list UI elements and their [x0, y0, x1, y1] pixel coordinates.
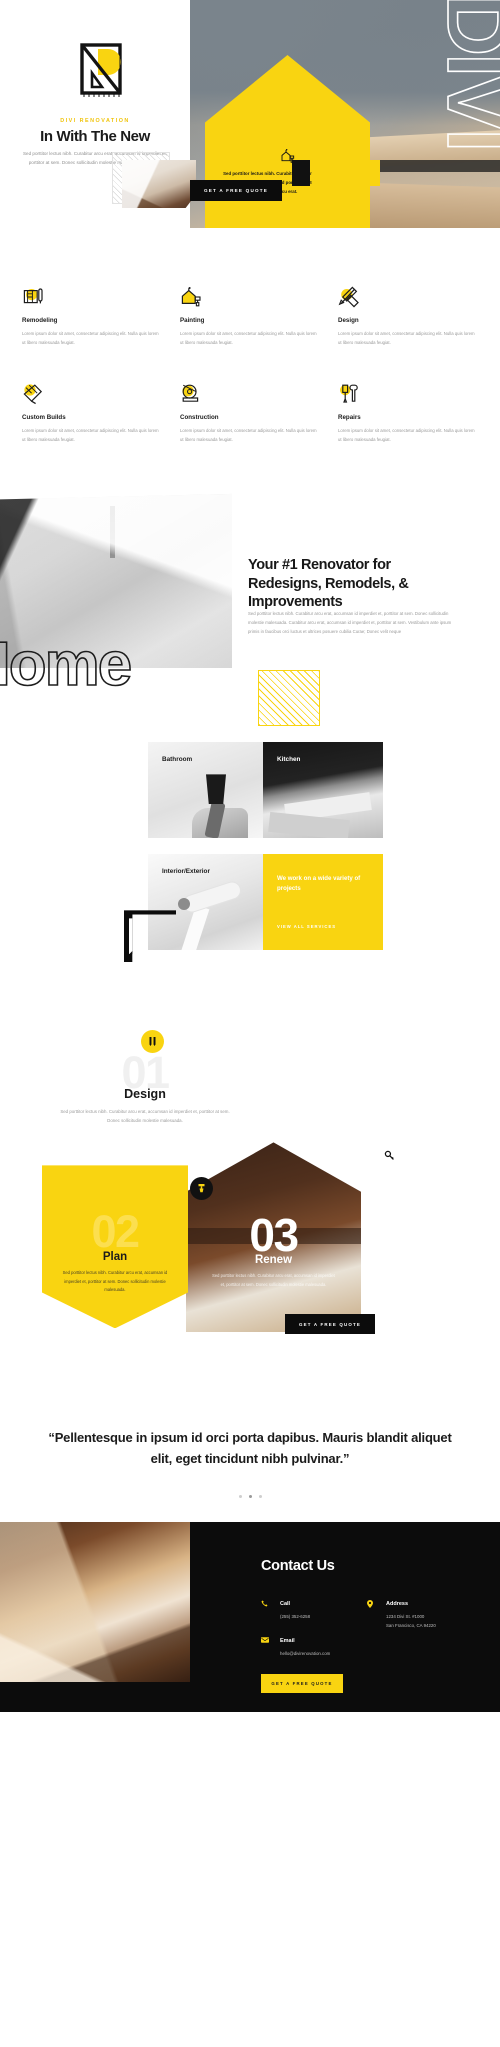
contact-footer-section: Contact Us Call (255) 352-6258 Email hel… [0, 1522, 500, 1713]
hero-title: In With The New [40, 128, 150, 145]
hero-get-quote-button[interactable]: GET A FREE QUOTE [190, 180, 282, 201]
footer-address-line2: San Francisco, CA 94220 [386, 1622, 436, 1628]
testimonial-quote: “Pellentesque in ipsum id orci porta dap… [48, 1430, 452, 1466]
process-step-3: 03 Renew Sed porttitor lectus nibh. Cura… [186, 1142, 361, 1333]
service-text: Lorem ipsum dolor sit amet, consectetur … [180, 331, 317, 345]
hero-yellow-accent [312, 160, 380, 186]
pagination-dot-active[interactable] [248, 1494, 252, 1498]
about-paragraph: Sed porttitor lectus nibh. Curabitur arc… [248, 611, 452, 634]
step-title: Design [124, 1087, 166, 1102]
footer-address-block: Address 1234 Divi St. #1000 San Francisc… [367, 1600, 491, 1630]
gallery-card-label: Interior/Exterior [162, 868, 210, 876]
screwdriver-wrench-icon [338, 383, 478, 405]
hero-inset-photo [122, 160, 196, 208]
process-step-2: 02 Plan Sed porttitor lectus nibh. Curab… [42, 1165, 188, 1329]
footer-address-label: Address [386, 1601, 409, 1608]
map-pin-icon [367, 1600, 373, 1610]
footer-email-label: Email [280, 1637, 295, 1644]
trowel-icon [22, 383, 162, 405]
footer-get-quote-button[interactable]: GET A FREE QUOTE [261, 1674, 343, 1694]
step-text: Sed porttitor lectus nibh. Curabitur arc… [212, 1273, 335, 1287]
step-number: 03 [249, 1209, 299, 1262]
gallery-promo-card[interactable]: We work on a wide variety of projects VI… [263, 854, 383, 951]
gallery-card-label: Bathroom [162, 756, 193, 764]
service-item-construction[interactable]: Construction Lorem ipsum dolor sit amet,… [180, 383, 320, 444]
service-title: Painting [180, 317, 205, 324]
gallery-card-bathroom[interactable]: Bathroom [148, 742, 263, 839]
gallery-card-kitchen[interactable]: Kitchen [263, 742, 383, 839]
step-title: Plan [102, 1251, 128, 1264]
testimonial-pagination[interactable] [42, 1494, 458, 1498]
phone-icon [261, 1600, 268, 1609]
service-text: Lorem ipsum dolor sit amet, consectetur … [180, 428, 317, 442]
blueprint-icon [22, 286, 162, 308]
about-decorative-word: Home [0, 630, 133, 700]
service-title: Design [338, 317, 359, 324]
service-title: Construction [180, 414, 219, 422]
footer-email-block: Email hello@divirenovation.com [261, 1636, 385, 1658]
tape-measure-icon [180, 383, 320, 405]
divi-renovation-logo[interactable] [78, 43, 128, 101]
footer-call-value[interactable]: (255) 352-6258 [280, 1613, 385, 1621]
testimonial-section: “Pellentesque in ipsum id orci porta dap… [0, 1372, 500, 1522]
step-text: Sed porttitor lectus nibh. Curabitur arc… [62, 1270, 168, 1292]
service-item-repairs[interactable]: Repairs Lorem ipsum dolor sit amet, cons… [338, 383, 478, 444]
brand-eyebrow: DIVI RENOVATION [60, 118, 130, 124]
house-paint-icon [180, 286, 320, 308]
step-text: Sed porttitor lectus nibh. Curabitur arc… [60, 1109, 230, 1124]
hero-dark-accent [292, 160, 310, 186]
service-title: Custom Builds [22, 414, 66, 422]
service-title: Remodeling [22, 317, 58, 324]
envelope-icon [261, 1636, 269, 1645]
yellow-hatch-decoration [258, 670, 320, 727]
view-all-services-link[interactable]: VIEW ALL SERVICES [277, 924, 336, 929]
service-item-remodeling[interactable]: Remodeling Lorem ipsum dolor sit amet, c… [22, 286, 162, 347]
service-text: Lorem ipsum dolor sit amet, consectetur … [338, 428, 475, 442]
service-item-painting[interactable]: Painting Lorem ipsum dolor sit amet, con… [180, 286, 320, 347]
service-text: Lorem ipsum dolor sit amet, consectetur … [22, 331, 159, 345]
services-section: Remodeling Lorem ipsum dolor sit amet, c… [0, 228, 500, 474]
process-get-quote-button[interactable]: GET A FREE QUOTE [285, 1314, 375, 1335]
footer-email-value[interactable]: hello@divirenovation.com [280, 1650, 385, 1658]
footer-contact-column-left: Call (255) 352-6258 Email hello@divireno… [261, 1600, 385, 1674]
pencil-ruler-icon [338, 286, 478, 308]
step-number: 02 [91, 1206, 140, 1258]
services-grid: Remodeling Lorem ipsum dolor sit amet, c… [22, 286, 478, 444]
footer-photo [0, 1522, 190, 1683]
gallery-promo-text: We work on a wide variety of projects [277, 875, 361, 893]
about-heading: Your #1 Renovator for Redesigns, Remodel… [248, 557, 409, 611]
landing-page: DIVI Sed porttitor lectus nibh. Curabitu… [0, 0, 500, 2047]
hero-section: DIVI Sed porttitor lectus nibh. Curabitu… [0, 0, 500, 228]
footer-title: Contact Us [261, 1558, 335, 1575]
process-section: 01 Design Sed porttitor lectus nibh. Cur… [0, 1022, 500, 1372]
key-icon [378, 1144, 401, 1168]
service-item-design[interactable]: Design Lorem ipsum dolor sit amet, conse… [338, 286, 478, 347]
footer-contact-column-right: Address 1234 Divi St. #1000 San Francisc… [367, 1600, 491, 1646]
step-title: Renew [254, 1254, 293, 1267]
pagination-dot[interactable] [258, 1494, 262, 1498]
service-title: Repairs [338, 414, 361, 422]
service-item-custom-builds[interactable]: Custom Builds Lorem ipsum dolor sit amet… [22, 383, 162, 444]
gallery-card-interior-exterior[interactable]: Interior/Exterior [148, 854, 263, 951]
pagination-dot[interactable] [238, 1494, 242, 1498]
service-text: Lorem ipsum dolor sit amet, consectetur … [22, 428, 159, 442]
gallery-card-label: Kitchen [277, 756, 301, 764]
hero-decorative-word: DIVI [428, 0, 500, 150]
footer-address-line1: 1234 Divi St. #1000 [386, 1614, 425, 1620]
service-text: Lorem ipsum dolor sit amet, consectetur … [338, 331, 475, 345]
about-section: Your #1 Renovator for Redesigns, Remodel… [0, 482, 500, 733]
process-step-1: 01 Design Sed porttitor lectus nibh. Cur… [0, 1050, 290, 1126]
projects-gallery-section: Bathroom Kitchen Interior/Exterior We wo… [0, 732, 500, 1022]
